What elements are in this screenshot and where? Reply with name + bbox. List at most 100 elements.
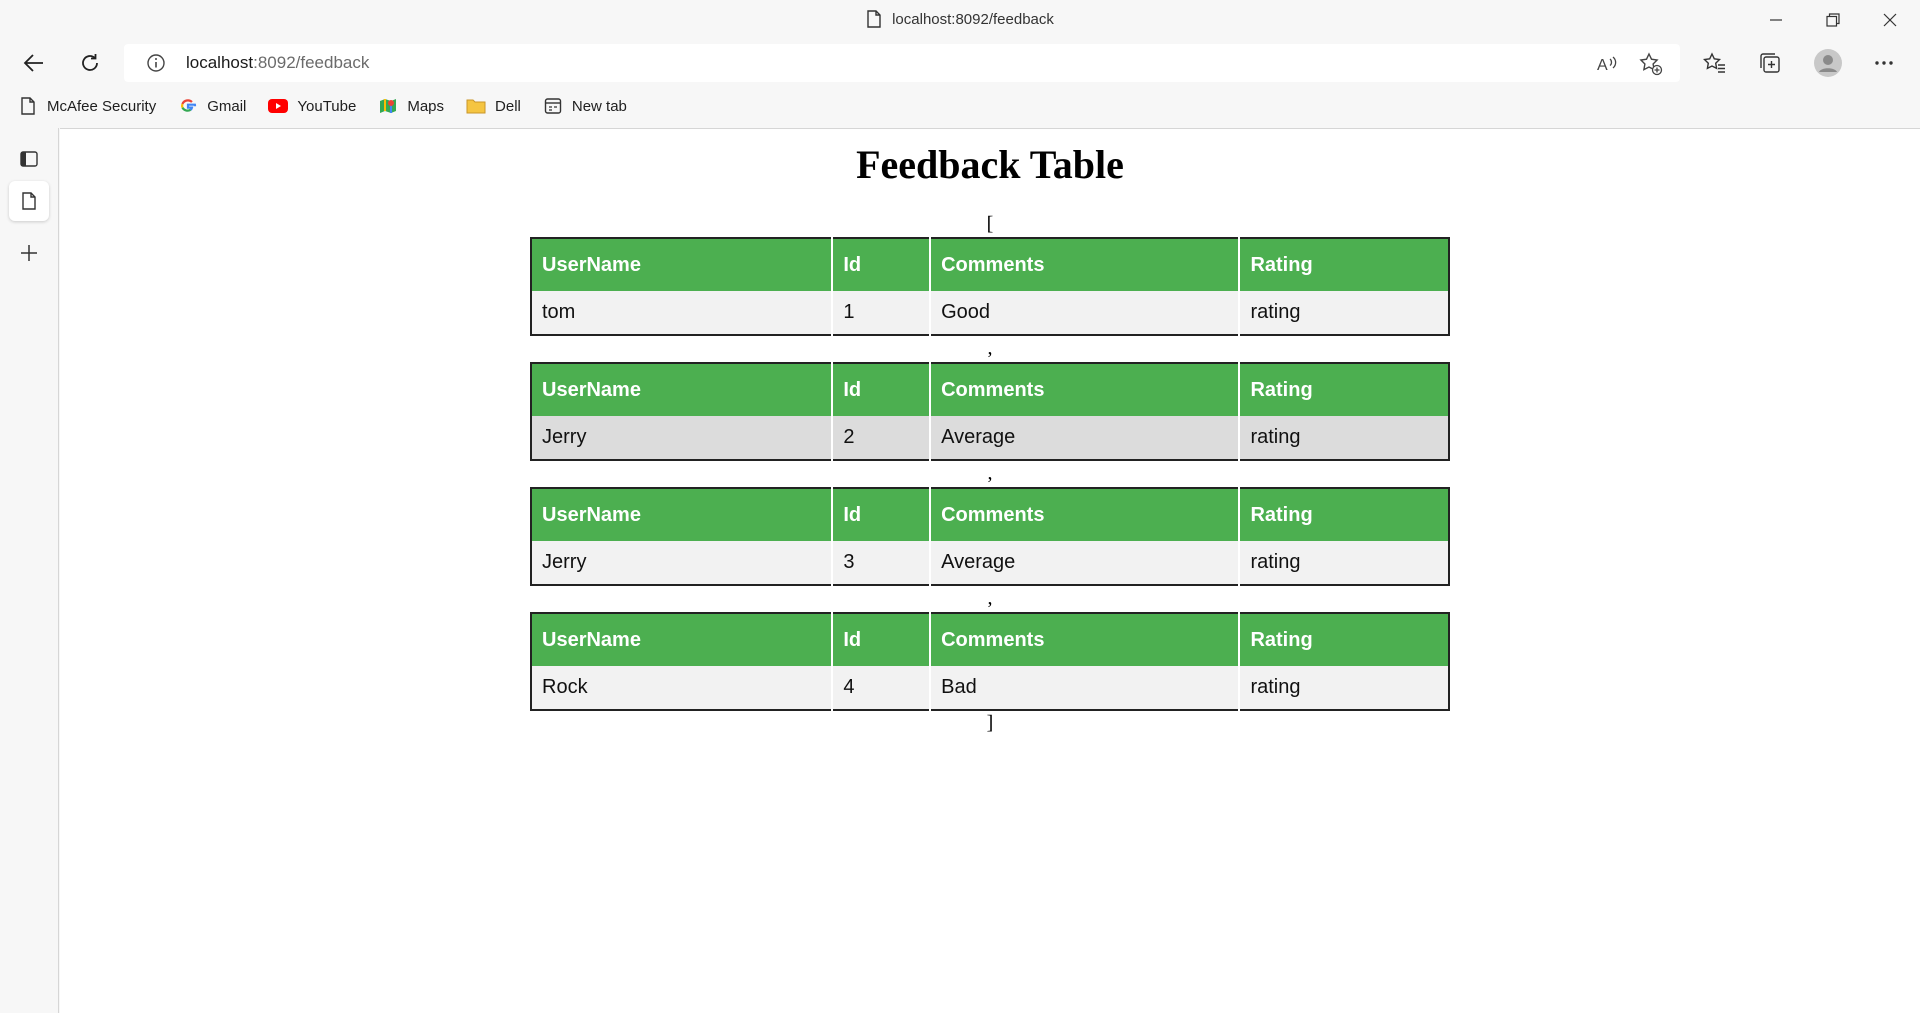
page-icon xyxy=(867,10,881,28)
svg-text:A: A xyxy=(1597,57,1608,74)
separator-comma: , xyxy=(987,587,993,609)
profile-button[interactable] xyxy=(1808,43,1848,83)
header-username: UserName xyxy=(531,488,834,541)
read-aloud-button[interactable]: A xyxy=(1594,51,1620,77)
browser-toolbar: localhost:8092/feedback A xyxy=(0,40,1920,86)
refresh-icon xyxy=(82,54,98,71)
close-button[interactable] xyxy=(1862,0,1918,40)
header-id: Id xyxy=(832,613,932,666)
vertical-tabs-sidebar xyxy=(0,128,59,1013)
cell-comments: Average xyxy=(930,541,1241,585)
restore-icon xyxy=(1826,13,1840,27)
header-rating: Rating xyxy=(1239,488,1449,541)
cell-id: 3 xyxy=(832,541,932,585)
bookmark-youtube[interactable]: YouTube xyxy=(268,91,356,121)
cell-username: tom xyxy=(531,291,834,335)
more-button[interactable] xyxy=(1864,43,1904,83)
collections-button[interactable] xyxy=(1750,43,1790,83)
table-header-row: UserName Id Comments Rating xyxy=(531,488,1449,541)
feedback-table: UserName Id Comments Rating tom 1 Good r… xyxy=(530,237,1450,336)
table-header-row: UserName Id Comments Rating xyxy=(531,238,1449,291)
feedback-table: UserName Id Comments Rating Jerry 3 Aver… xyxy=(530,487,1450,586)
bookmark-label: Maps xyxy=(407,97,445,115)
bookmark-label: YouTube xyxy=(297,97,357,115)
window-title-text: localhost:8092/feedback xyxy=(892,10,1054,28)
cell-rating: rating xyxy=(1239,541,1449,585)
header-comments: Comments xyxy=(930,363,1241,416)
restore-button[interactable] xyxy=(1805,0,1861,40)
table-header-row: UserName Id Comments Rating xyxy=(531,363,1449,416)
google-icon xyxy=(178,96,198,116)
open-bracket: [ xyxy=(986,213,994,235)
bookmark-label: Dell xyxy=(495,97,521,115)
avatar-icon xyxy=(1814,49,1842,77)
table-row: Jerry 3 Average rating xyxy=(531,541,1449,585)
folder-icon xyxy=(466,96,486,116)
header-comments: Comments xyxy=(930,488,1241,541)
tab-actions-icon xyxy=(20,151,38,167)
cell-rating: rating xyxy=(1239,291,1449,335)
arrow-left-icon xyxy=(23,54,43,72)
window-title: localhost:8092/feedback xyxy=(0,10,1920,28)
url-host: localhost xyxy=(186,53,254,72)
page-content: Feedback Table [ UserName Id Comments Ra… xyxy=(60,128,1920,1013)
bookmark-new-tab[interactable]: New tab xyxy=(543,91,627,121)
close-bracket: ] xyxy=(986,712,994,734)
star-plus-icon xyxy=(1639,52,1663,76)
bookmark-maps[interactable]: Maps xyxy=(378,91,444,121)
separator-comma: , xyxy=(987,462,993,484)
header-rating: Rating xyxy=(1239,613,1449,666)
cell-comments: Bad xyxy=(930,666,1241,710)
bookmark-label: McAfee Security xyxy=(47,97,157,115)
plus-icon xyxy=(21,245,37,261)
new-tab-button[interactable] xyxy=(9,233,49,273)
cell-id: 1 xyxy=(832,291,932,335)
url-text[interactable]: localhost:8092/feedback xyxy=(186,53,369,73)
cell-username: Jerry xyxy=(531,416,834,460)
bookmark-dell[interactable]: Dell xyxy=(466,91,521,121)
address-bar[interactable]: localhost:8092/feedback A xyxy=(124,44,1680,82)
favorites-button[interactable] xyxy=(1695,43,1735,83)
minimize-button[interactable] xyxy=(1748,0,1804,40)
title-bar: localhost:8092/feedback xyxy=(0,0,1920,40)
cell-rating: rating xyxy=(1239,666,1449,710)
header-id: Id xyxy=(832,238,932,291)
bookmark-mcafee[interactable]: McAfee Security xyxy=(18,91,156,121)
url-path: :8092/feedback xyxy=(253,53,370,72)
feedback-table: UserName Id Comments Rating Jerry 2 Aver… xyxy=(530,362,1450,461)
tab-feedback[interactable] xyxy=(9,181,49,221)
more-icon xyxy=(1875,61,1893,65)
read-aloud-icon: A xyxy=(1597,56,1617,74)
bookmark-label: Gmail xyxy=(207,97,247,115)
collections-icon xyxy=(1760,53,1780,73)
bookmark-label: New tab xyxy=(571,97,627,115)
header-username: UserName xyxy=(531,363,834,416)
minimize-icon xyxy=(1770,19,1782,21)
cell-id: 4 xyxy=(832,666,932,710)
cell-comments: Good xyxy=(930,291,1241,335)
cell-comments: Average xyxy=(930,416,1241,460)
cell-username: Rock xyxy=(531,666,834,710)
youtube-icon xyxy=(268,96,289,116)
header-comments: Comments xyxy=(930,613,1241,666)
back-button[interactable] xyxy=(14,43,54,83)
cell-rating: rating xyxy=(1239,416,1449,460)
header-id: Id xyxy=(832,488,932,541)
header-username: UserName xyxy=(531,238,834,291)
refresh-button[interactable] xyxy=(70,43,110,83)
add-favorite-button[interactable] xyxy=(1638,51,1664,77)
table-row: tom 1 Good rating xyxy=(531,291,1449,335)
page-icon xyxy=(22,192,36,210)
cell-username: Jerry xyxy=(531,541,834,585)
table-row: Rock 4 Bad rating xyxy=(531,666,1449,710)
table-header-row: UserName Id Comments Rating xyxy=(531,613,1449,666)
tab-actions-button[interactable] xyxy=(9,139,49,179)
separator-comma: , xyxy=(987,337,993,359)
bookmarks-bar: McAfee Security Gmail YouTube Maps Dell … xyxy=(0,88,1920,124)
header-id: Id xyxy=(832,363,932,416)
header-rating: Rating xyxy=(1239,363,1449,416)
cell-id: 2 xyxy=(832,416,932,460)
page-title: Feedback Table xyxy=(856,142,1124,187)
info-icon[interactable] xyxy=(146,53,166,73)
bookmark-gmail[interactable]: Gmail xyxy=(178,91,246,121)
